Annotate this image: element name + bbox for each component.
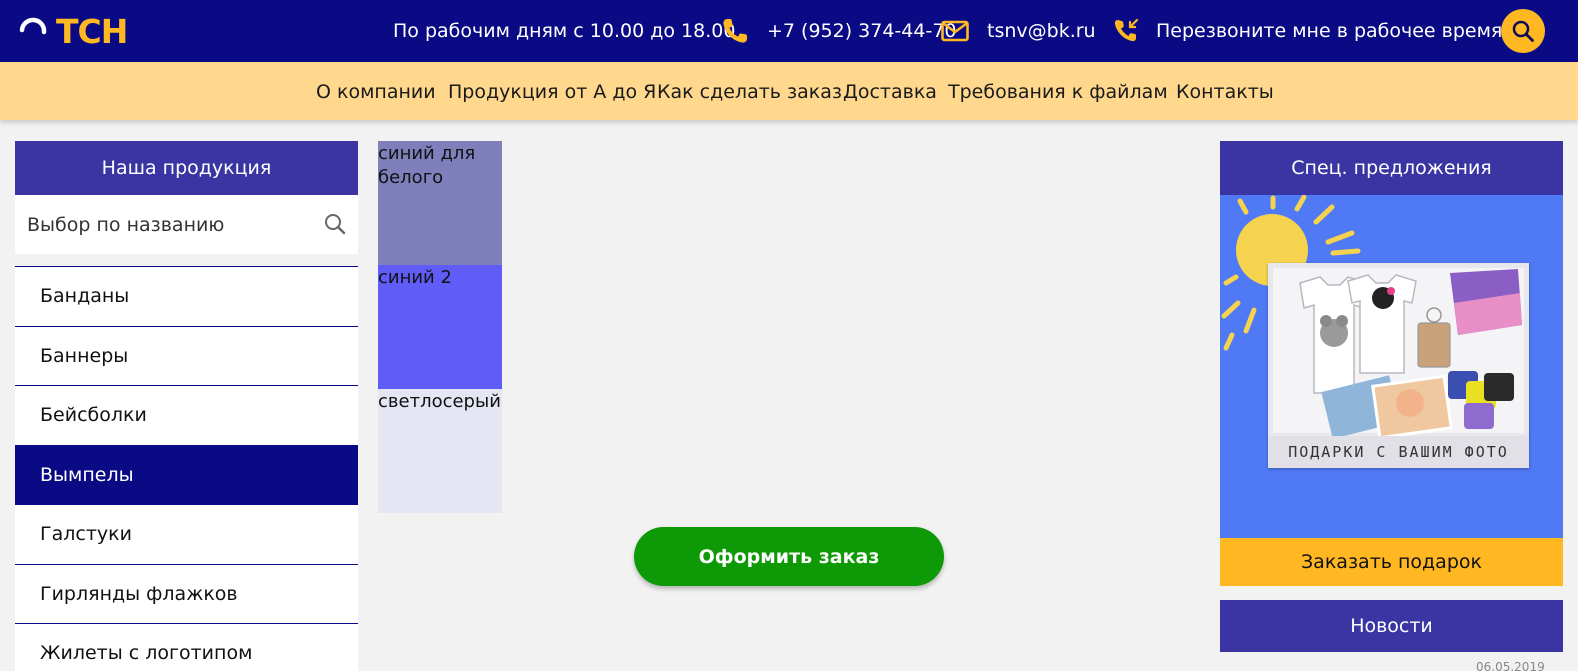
special-offers-title: Спец. предложения — [1220, 141, 1563, 195]
product-item-caps[interactable]: Бейсболки — [15, 385, 358, 445]
logo-mark-icon — [19, 17, 47, 35]
products-panel-title: Наша продукция — [15, 141, 358, 195]
nav-item-about[interactable]: О компании — [316, 80, 436, 104]
nav-item-contacts[interactable]: Контакты — [1176, 80, 1274, 104]
color-swatch[interactable]: синий для белого — [378, 141, 502, 265]
news-title: Новости — [1220, 600, 1563, 652]
product-item-bandanas[interactable]: Банданы — [15, 266, 358, 326]
color-swatch[interactable]: светлосерый — [378, 389, 502, 513]
callback-link[interactable]: Перезвоните мне в рабочее время — [1156, 19, 1502, 43]
product-list: Банданы Баннеры Бейсболки Вымпелы Галсту… — [15, 266, 358, 671]
product-search — [15, 195, 358, 254]
product-item-pennants[interactable]: Вымпелы — [15, 444, 358, 504]
swatch-label: синий для белого — [378, 143, 476, 188]
product-item-banners[interactable]: Баннеры — [15, 325, 358, 385]
nav-item-products[interactable]: Продукция от А до Я — [448, 80, 656, 104]
email-link[interactable]: tsnv@bk.ru — [987, 19, 1096, 43]
product-item-vests[interactable]: Жилеты с логотипом — [15, 623, 358, 671]
product-item-flag-garlands[interactable]: Гирлянды флажков — [15, 563, 358, 623]
callback-icon — [1114, 18, 1139, 42]
work-hours: По рабочим дням с 10.00 до 18.00 — [393, 20, 736, 42]
phone-icon — [723, 19, 747, 43]
news-date: 06.05.2019 — [1476, 660, 1545, 671]
logo[interactable]: ТСН — [18, 11, 128, 51]
swatch-label: синий 2 — [378, 267, 452, 288]
logo-text: ТСН — [56, 11, 128, 51]
promo-banner[interactable]: ПОДАРКИ С ВАШИМ ФОТО — [1220, 195, 1563, 538]
product-search-input[interactable] — [15, 195, 358, 254]
color-swatch[interactable]: синий 2 — [378, 265, 502, 389]
nav-item-delivery[interactable]: Доставка — [843, 80, 937, 104]
promo-caption: ПОДАРКИ С ВАШИМ ФОТО — [1268, 436, 1529, 468]
gift-products-illustration — [1273, 268, 1524, 436]
search-icon — [1512, 20, 1534, 42]
main-nav: О компании Продукция от А до Я Как сдела… — [0, 62, 1578, 120]
mail-icon — [941, 20, 969, 42]
place-order-button[interactable]: Оформить заказ — [634, 527, 944, 586]
swatch-label: светлосерый — [378, 391, 501, 412]
search-button[interactable] — [1501, 9, 1545, 53]
nav-item-how-to-order[interactable]: Как сделать заказ — [657, 80, 842, 104]
phone-number[interactable]: +7 (952) 374-44-70 — [767, 19, 957, 43]
promo-photo-gifts: ПОДАРКИ С ВАШИМ ФОТО — [1268, 263, 1529, 468]
nav-item-file-requirements[interactable]: Требования к файлам — [948, 80, 1168, 104]
top-bar: ТСН По рабочим дням с 10.00 до 18.00 +7 … — [0, 0, 1578, 62]
product-item-ties[interactable]: Галстуки — [15, 504, 358, 564]
order-gift-button[interactable]: Заказать подарок — [1220, 538, 1563, 586]
search-icon[interactable] — [323, 212, 347, 236]
